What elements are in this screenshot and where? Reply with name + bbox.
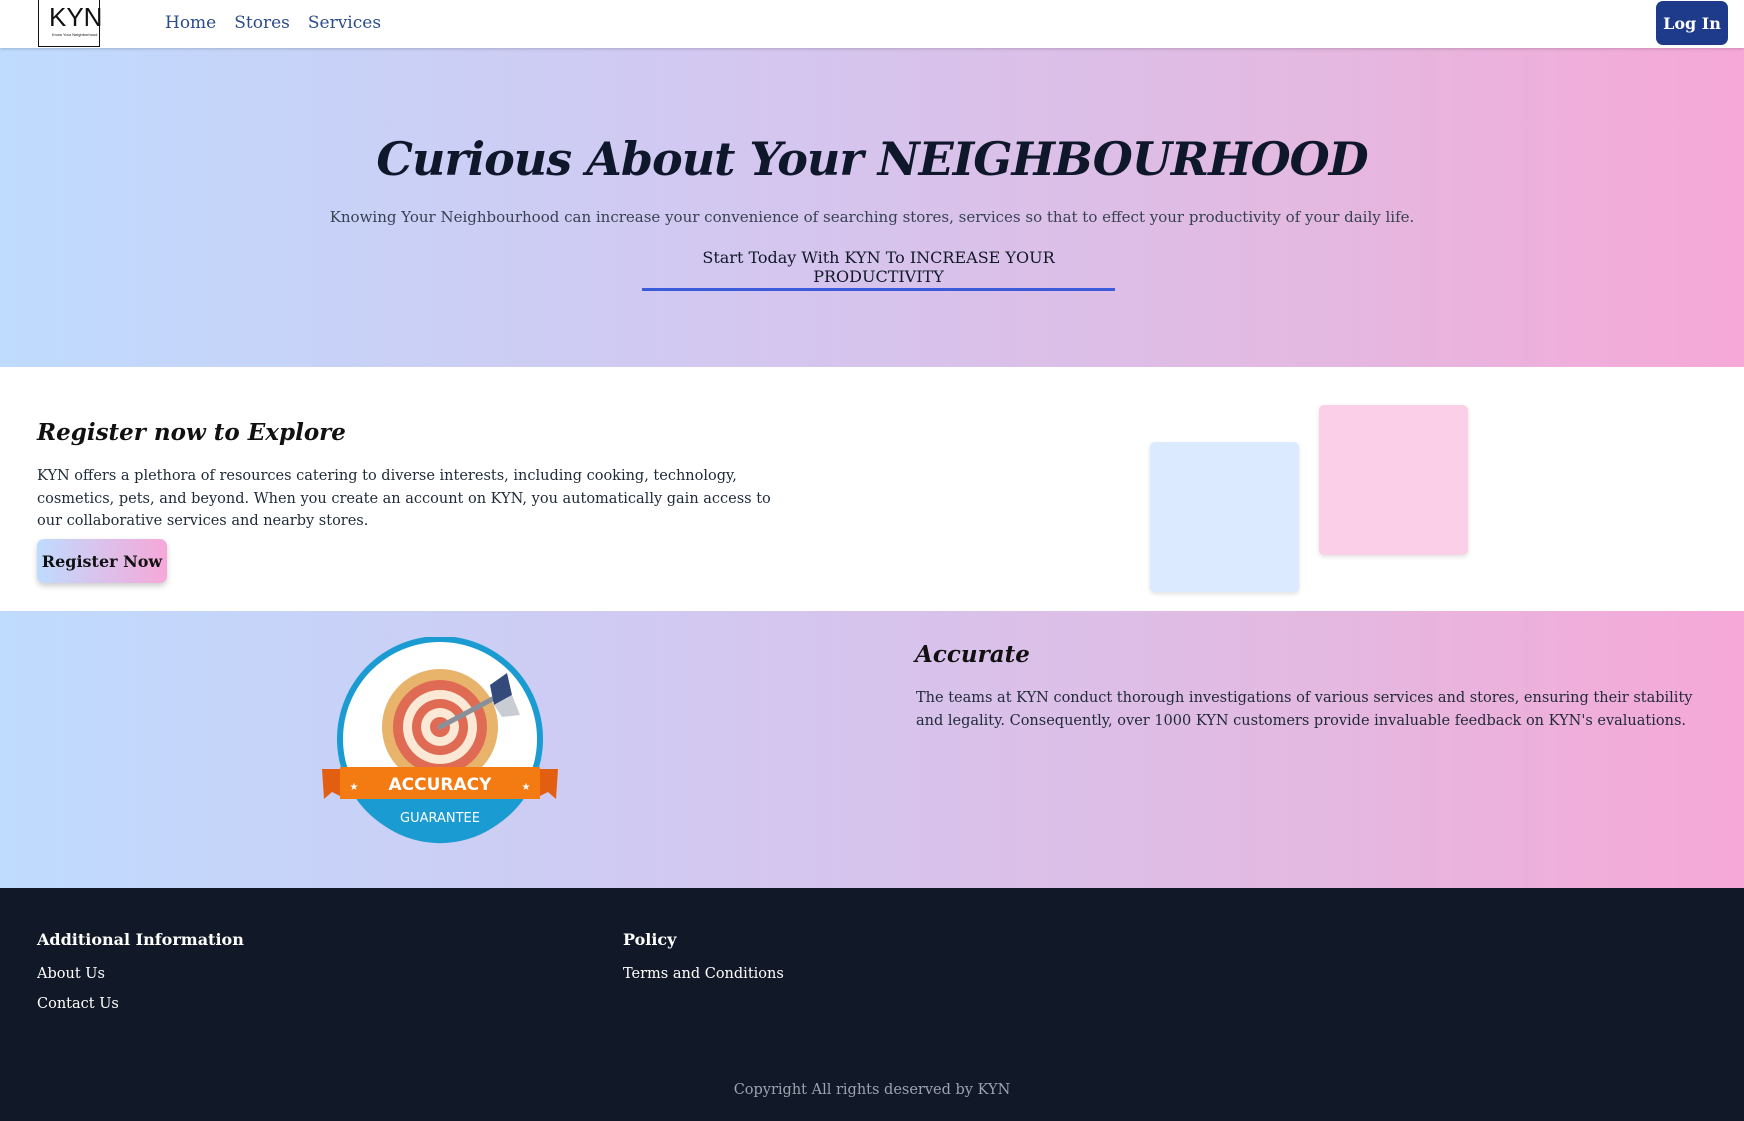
accurate-heading: Accurate — [915, 641, 1030, 668]
footer-contact-us-link[interactable]: Contact Us — [37, 996, 119, 1012]
hero-subtitle: Knowing Your Neighbourhood can increase … — [329, 208, 1415, 226]
register-heading-prefix: Register now to — [37, 419, 248, 446]
site-header: KYN Know Your Neighborhood Home Stores S… — [0, 0, 1744, 48]
register-heading: Register now to Explore — [37, 419, 346, 446]
footer-about-us-link[interactable]: About Us — [37, 966, 105, 982]
nav-services-link[interactable]: Services — [308, 13, 381, 33]
svg-text:★: ★ — [522, 782, 531, 793]
decorative-card-pink — [1319, 405, 1468, 555]
nav-stores-link[interactable]: Stores — [234, 13, 290, 33]
accurate-section: ACCURACY ★ ★ GUARANTEE Accurate The team… — [0, 611, 1744, 888]
register-description: KYN offers a plethora of resources cater… — [37, 468, 771, 529]
copyright-text: Copyright All rights deserved by KYN — [733, 1082, 1011, 1098]
footer-terms-link[interactable]: Terms and Conditions — [623, 966, 784, 982]
accurate-description: The teams at KYN conduct thorough invest… — [916, 690, 1693, 729]
logo-text: KYN — [49, 2, 103, 32]
site-footer: Additional Information About Us Contact … — [0, 888, 1744, 1121]
footer-policy-heading: Policy — [623, 930, 677, 949]
hero-section: Curious About Your NEIGHBOURHOOD Knowing… — [0, 48, 1744, 367]
footer-additional-info-heading: Additional Information — [37, 930, 244, 949]
register-heading-emphasis: Explore — [247, 419, 346, 446]
kyn-logo[interactable]: KYN Know Your Neighborhood — [38, 0, 103, 47]
logo-tagline: Know Your Neighborhood — [52, 32, 98, 37]
register-now-button[interactable]: Register Now — [37, 539, 167, 583]
login-button[interactable]: Log In — [1656, 1, 1728, 45]
register-section: Register now to Explore KYN offers a ple… — [0, 367, 1744, 611]
hero-cta-link[interactable]: Start Today With KYN To INCREASE YOUR PR… — [642, 248, 1115, 291]
nav-home-link[interactable]: Home — [165, 13, 216, 33]
badge-top-text: ACCURACY — [389, 775, 493, 795]
hero-title: Curious About Your NEIGHBOURHOOD — [376, 132, 1368, 186]
badge-bottom-text: GUARANTEE — [400, 811, 480, 826]
decorative-card-blue — [1150, 442, 1299, 592]
accuracy-badge-icon: ACCURACY ★ ★ GUARANTEE — [322, 637, 558, 844]
svg-text:★: ★ — [350, 782, 359, 793]
main-nav: Home Stores Services — [165, 13, 381, 33]
